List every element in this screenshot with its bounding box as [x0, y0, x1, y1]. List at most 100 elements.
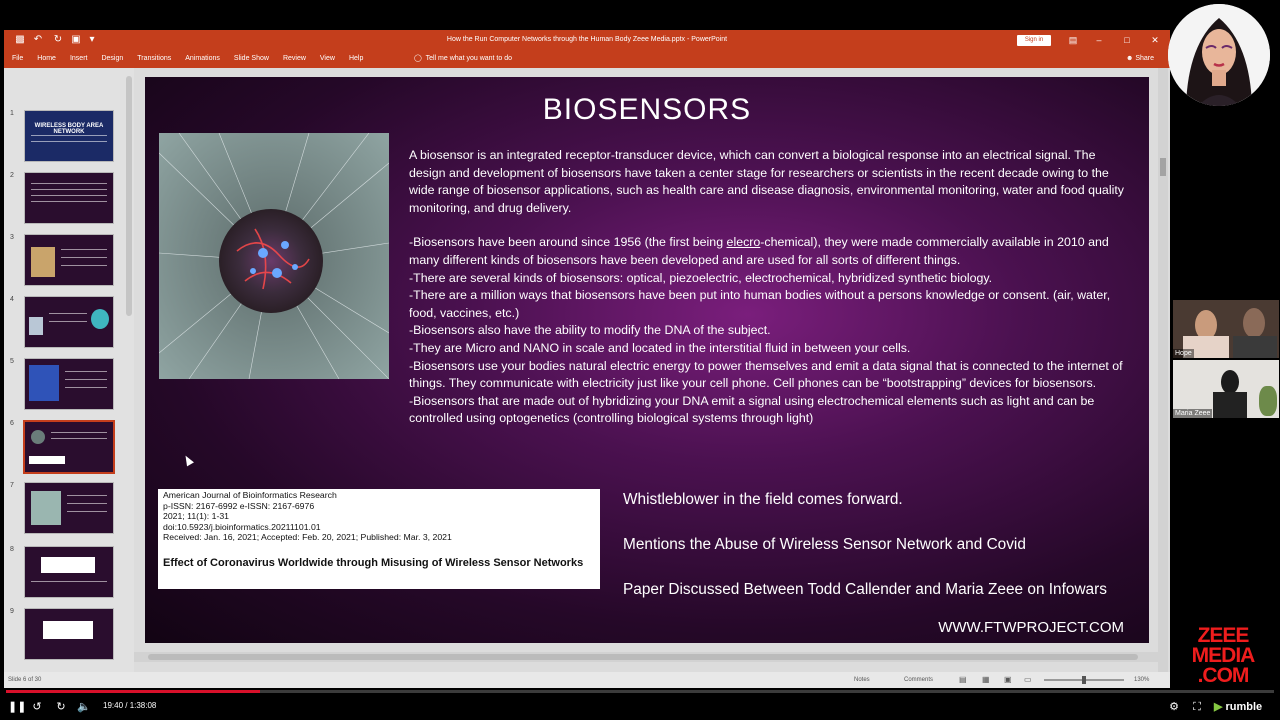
maximize-icon[interactable]: □ [1120, 33, 1134, 47]
pause-icon[interactable]: ❚❚ [8, 700, 26, 714]
thumbnail-number: 5 [10, 358, 14, 365]
paper-doi: doi:10.5923/j.bioinformatics.20211101.01 [163, 521, 321, 532]
tell-me-label: Tell me what you want to do [425, 55, 512, 62]
scroll-thumb[interactable] [148, 654, 1138, 660]
progress-bar[interactable] [6, 690, 1274, 693]
paper-dates: Received: Jan. 16, 2021; Accepted: Feb. … [163, 532, 452, 543]
tab-transitions[interactable]: Transitions [137, 50, 171, 68]
ribbon-display-icon[interactable]: ▤ [1066, 33, 1080, 47]
minimize-icon[interactable]: – [1092, 33, 1106, 47]
sign-in-button[interactable]: Sign in [1017, 35, 1051, 46]
zeee-media-logo: ZEEE MEDIA .COM [1170, 624, 1276, 687]
mouse-cursor-icon [182, 453, 194, 467]
bullet-dna: -Biosensors also have the ability to mod… [409, 323, 771, 338]
paper-issn: p-ISSN: 2167-6992 e-ISSN: 2167-6976 [163, 500, 315, 511]
ribbon: File Home Insert Design Transitions Anim… [4, 50, 1170, 68]
logo-line-3: .COM [1197, 664, 1250, 687]
slide-counter: Slide 6 of 30 [8, 677, 42, 683]
thumbnail-number: 7 [10, 482, 14, 489]
thumbnail-slide-1[interactable]: WIRELESS BODY AREA NETWORK [24, 110, 114, 162]
slide-canvas[interactable]: BIOSENSORS A biosensor is an integrated … [145, 77, 1149, 643]
tab-insert[interactable]: Insert [70, 50, 88, 68]
horizontal-scrollbar[interactable] [134, 652, 1158, 662]
thumbnail-slide-9[interactable] [24, 608, 114, 660]
tell-me-search[interactable]: ◯ Tell me what you want to do [414, 50, 512, 68]
normal-view-icon[interactable]: ▤ [959, 672, 967, 688]
slide-thumbnail-pane: 1 WIRELESS BODY AREA NETWORK 2 3 4 5 6 7… [4, 68, 134, 688]
thumbnail-number: 9 [10, 608, 14, 615]
zoom-level[interactable]: 130% [1134, 672, 1149, 688]
bullet-kinds: -There are several kinds of biosensors: … [409, 270, 993, 285]
thumbnail-number: 2 [10, 172, 14, 179]
participant-name: Maria Zeee [1173, 409, 1213, 418]
thumbnail-slide-8[interactable] [24, 546, 114, 598]
thumbnail-number: 4 [10, 296, 14, 303]
tab-review[interactable]: Review [283, 50, 306, 68]
tab-slide-show[interactable]: Slide Show [234, 50, 269, 68]
forward-icon[interactable]: ↻ [54, 700, 68, 714]
bullet-scale: -They are Micro and NANO in scale and lo… [409, 340, 911, 355]
paper-journal: American Journal of Bioinformatics Resea… [163, 490, 337, 500]
note-mentions-text: Mentions the Abuse of Wireless Sensor Ne… [623, 536, 1026, 553]
thumbnail-number: 8 [10, 546, 14, 553]
powerpoint-window: ▩ ↶ ↻ ▣ ▾ How the Run Computer Networks … [4, 30, 1170, 688]
vertical-scrollbar[interactable] [1158, 68, 1168, 672]
tab-home[interactable]: Home [37, 50, 56, 68]
bullet-consent: -There are a million ways that biosensor… [409, 288, 1111, 320]
close-icon[interactable]: ✕ [1148, 33, 1162, 47]
paper-volume: 2021; 11(1): 1-31 [163, 511, 230, 522]
share-button[interactable]: ☻ Share [1126, 50, 1154, 68]
tab-file[interactable]: File [12, 50, 23, 68]
video-player-controls: ❚❚ ↺ ↻ 🔈 19:40 / 1:38:08 ⚙ ⛶ ▶ rumble [0, 690, 1280, 720]
host-avatar [1168, 4, 1270, 106]
tab-design[interactable]: Design [101, 50, 123, 68]
slide-sorter-icon[interactable]: ▦ [982, 672, 990, 688]
thumbnail-slide-4[interactable] [24, 296, 114, 348]
comments-button[interactable]: Comments [904, 672, 933, 688]
playback-time: 19:40 / 1:38:08 [103, 701, 157, 710]
note-whistleblower: Whistleblower in the field comes forward… [623, 491, 903, 508]
slideshow-view-icon[interactable]: ▭ [1024, 672, 1032, 688]
participant-video-maria[interactable]: Maria Zeee [1173, 360, 1279, 418]
intro-paragraph: A biosensor is an integrated receptor-tr… [409, 148, 1124, 215]
settings-gear-icon[interactable]: ⚙ [1167, 700, 1181, 714]
slide-body-text: A biosensor is an integrated receptor-tr… [409, 147, 1129, 428]
rumble-brand[interactable]: ▶ rumble [1214, 700, 1262, 713]
progress-fill [6, 690, 260, 693]
lightbulb-icon: ◯ [414, 55, 422, 62]
tab-view[interactable]: View [320, 50, 335, 68]
participant-name: Hope [1173, 349, 1194, 358]
title-bar: ▩ ↶ ↻ ▣ ▾ How the Run Computer Networks … [4, 30, 1170, 50]
tab-animations[interactable]: Animations [185, 50, 220, 68]
participant-video-hope[interactable]: Hope [1173, 300, 1279, 358]
tab-help[interactable]: Help [349, 50, 363, 68]
biosensor-image [159, 133, 389, 379]
thumbnail-scrollbar[interactable] [126, 76, 132, 316]
thumbnail-slide-6[interactable] [23, 420, 115, 474]
avatar-portrait-icon [1168, 4, 1270, 106]
logo-line-1: ZEEE [1197, 624, 1250, 647]
notes-button[interactable]: Notes [854, 672, 870, 688]
thumbnail-slide-2[interactable] [24, 172, 114, 224]
thumbnail-number: 1 [10, 110, 14, 117]
fullscreen-icon[interactable]: ⛶ [1190, 700, 1204, 714]
bullet-energy: -Biosensors use your bodies natural elec… [409, 358, 1123, 391]
thumbnail-slide-5[interactable] [24, 358, 114, 410]
thumbnail-number: 3 [10, 234, 14, 241]
share-label: Share [1135, 55, 1155, 62]
note-mentions: Mentions the Abuse of Wireless Sensor Ne… [623, 534, 1143, 556]
person-icon: ☻ [1126, 55, 1134, 62]
thumbnail-slide-3[interactable] [24, 234, 114, 286]
zoom-slider-knob[interactable] [1082, 676, 1086, 684]
reading-view-icon[interactable]: ▣ [1004, 672, 1012, 688]
replay-icon[interactable]: ↺ [30, 700, 44, 714]
slide-title: BIOSENSORS [542, 93, 752, 126]
paper-title: Effect of Coronavirus Worldwide through … [163, 557, 584, 569]
volume-icon[interactable]: 🔈 [77, 700, 91, 714]
thumbnail-slide-7[interactable] [24, 482, 114, 534]
bullet-history-pre: -Biosensors have been around since 1956 … [409, 235, 727, 250]
website-url: WWW.FTWPROJECT.COM [938, 619, 1124, 636]
bullet-history: -Biosensors have been around since 1956 … [409, 234, 1129, 269]
scroll-thumb[interactable] [1160, 158, 1166, 176]
logo-line-2: MEDIA [1191, 644, 1256, 667]
